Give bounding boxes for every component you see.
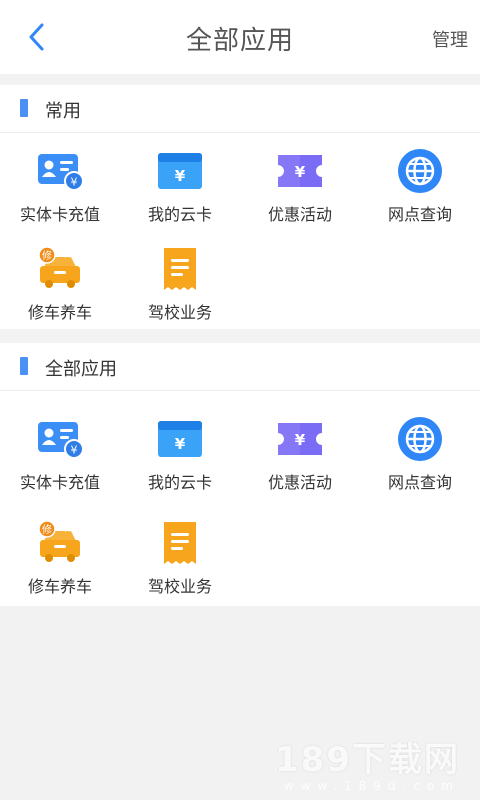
app-label: 网点查询 [387, 473, 452, 492]
id-card-recharge-icon: ¥ [38, 422, 84, 459]
app-label: 驾校业务 [147, 303, 212, 322]
app-item-driving-school[interactable]: 驾校业务 [120, 519, 240, 609]
app-label: 优惠活动 [267, 473, 332, 492]
app-item-coupon[interactable]: ¥ 优惠活动 [240, 415, 360, 505]
svg-text:¥: ¥ [175, 435, 186, 453]
app-item-cloud-card[interactable]: ¥ 我的云卡 [120, 415, 240, 505]
section-marker [20, 99, 28, 117]
app-item-card-recharge[interactable]: ¥ 实体卡充值 [0, 415, 120, 505]
app-item-driving-school[interactable]: 驾校业务 [120, 245, 240, 335]
svg-text:修: 修 [42, 523, 52, 536]
id-card-recharge-icon: ¥ [38, 154, 84, 191]
app-item-outlet-search[interactable]: 网点查询 [360, 147, 480, 237]
app-item-coupon[interactable]: ¥ 优惠活动 [240, 147, 360, 237]
app-label: 实体卡充值 [19, 205, 100, 224]
car-repair-icon: 修 [38, 520, 80, 562]
receipt-icon [164, 522, 196, 564]
app-item-car-repair[interactable]: 修 修车养车 [0, 519, 120, 609]
section-all-apps: 全部应用 ¥ 实体卡充值 ¥ 我的云卡 ¥ 优惠活动 网点查询 修 修车养车 驾… [0, 343, 480, 606]
globe-icon [398, 417, 442, 461]
section-frequent: 常用 ¥ 实体卡充值 ¥ 我的云卡 ¥ 优惠活动 网点查询 修 修车养车 驾校业… [0, 85, 480, 329]
svg-text:¥: ¥ [295, 163, 306, 181]
page-title: 全部应用 [185, 26, 294, 56]
watermark: 189下载网 www.189d.com [275, 732, 460, 793]
section-marker [20, 357, 28, 375]
section-title: 全部应用 [45, 359, 117, 380]
app-label: 修车养车 [27, 577, 92, 596]
coupon-ticket-icon: ¥ [278, 155, 322, 187]
car-repair-icon: 修 [38, 246, 80, 288]
app-item-card-recharge[interactable]: ¥ 实体卡充值 [0, 147, 120, 237]
app-label: 我的云卡 [147, 473, 212, 492]
svg-text:¥: ¥ [71, 444, 78, 457]
app-label: 修车养车 [27, 303, 92, 322]
section-title: 常用 [45, 101, 81, 122]
app-label: 优惠活动 [267, 205, 332, 224]
app-header: 全部应用 管理 [0, 0, 480, 74]
app-label: 实体卡充值 [19, 473, 100, 492]
manage-button[interactable]: 管理 [432, 26, 468, 52]
cloud-card-icon: ¥ [158, 153, 202, 189]
app-item-car-repair[interactable]: 修 修车养车 [0, 245, 120, 335]
watermark-main: 189下载网 [275, 740, 460, 780]
app-label: 我的云卡 [147, 205, 212, 224]
section-header: 全部应用 [0, 343, 480, 391]
svg-text:修: 修 [42, 249, 52, 262]
app-item-cloud-card[interactable]: ¥ 我的云卡 [120, 147, 240, 237]
app-label: 驾校业务 [147, 577, 212, 596]
coupon-ticket-icon: ¥ [278, 423, 322, 455]
svg-text:¥: ¥ [175, 167, 186, 185]
globe-icon [398, 149, 442, 193]
app-label: 网点查询 [387, 205, 452, 224]
watermark-sub: www.189d.com [283, 779, 460, 793]
cloud-card-icon: ¥ [158, 421, 202, 457]
app-item-outlet-search[interactable]: 网点查询 [360, 415, 480, 505]
svg-text:¥: ¥ [295, 431, 306, 449]
receipt-icon [164, 248, 196, 290]
svg-text:¥: ¥ [71, 176, 78, 189]
section-header: 常用 [0, 85, 480, 133]
